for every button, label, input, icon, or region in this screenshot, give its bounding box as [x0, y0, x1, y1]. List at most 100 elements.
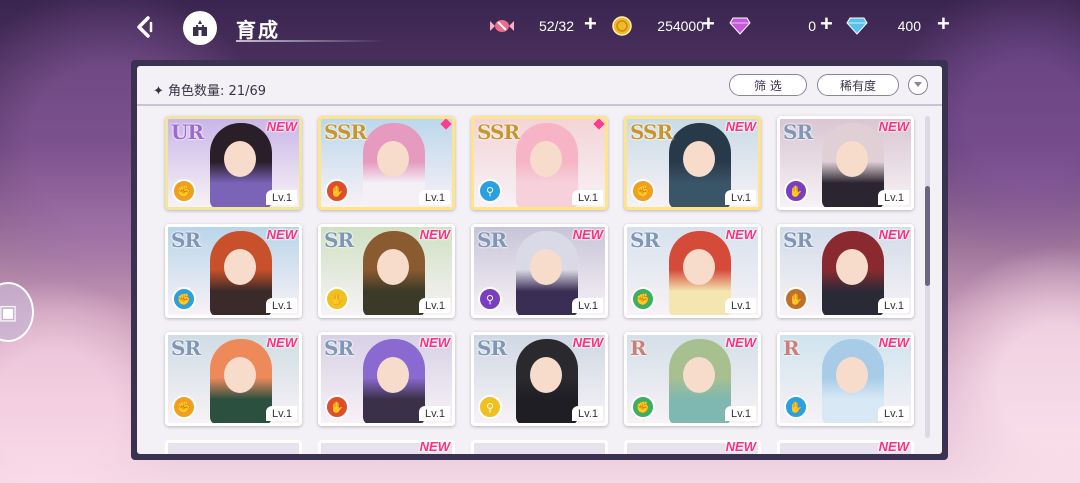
filter-button[interactable]: 筛 选: [729, 74, 807, 96]
role-type-icon: ✊: [172, 287, 196, 311]
character-count: ✦ 角色数量: 21/69: [153, 80, 266, 99]
purple-gem-value: 0: [808, 18, 816, 34]
rarity-badge: R: [783, 336, 800, 360]
role-type-icon: ⚲: [478, 287, 502, 311]
character-face: [224, 141, 256, 177]
character-card[interactable]: SSR ⚲ Lv.1: [471, 116, 608, 210]
level-label: Lv.1: [572, 406, 603, 421]
level-label: Lv.1: [266, 406, 297, 421]
character-card[interactable]: UR NEW ✊ Lv.1: [165, 116, 302, 210]
new-badge: NEW: [878, 119, 909, 134]
character-face: [377, 249, 409, 285]
character-card-partial[interactable]: [471, 440, 608, 454]
role-type-icon: ✊: [172, 179, 196, 203]
rarity-badge: SSR: [324, 120, 367, 144]
rarity-badge: SR: [783, 228, 813, 252]
new-badge: NEW: [419, 439, 450, 454]
new-badge: NEW: [419, 227, 450, 242]
rarity-badge: UR: [171, 120, 204, 144]
rarity-badge: SR: [171, 228, 201, 252]
side-menu-button[interactable]: ▣: [0, 282, 34, 342]
level-label: Lv.1: [725, 298, 756, 313]
rarity-badge: SSR: [630, 120, 673, 144]
new-badge: NEW: [725, 119, 756, 134]
character-face: [836, 357, 868, 393]
level-label: Lv.1: [266, 190, 297, 205]
panel-content: ✦ 角色数量: 21/69 筛 选 稀有度 UR NEW ✊ Lv.1 SSR ✋ Lv.1…: [137, 66, 942, 454]
role-type-icon: ⚲: [478, 395, 502, 419]
character-face: [530, 141, 562, 177]
sort-order-button[interactable]: [908, 75, 928, 95]
level-label: Lv.1: [572, 190, 603, 205]
new-badge: NEW: [725, 227, 756, 242]
role-type-icon: ✋: [325, 179, 349, 203]
character-card[interactable]: SR NEW ✊ Lv.1: [165, 224, 302, 318]
role-type-icon: ✋: [784, 179, 808, 203]
role-type-icon: ✊: [631, 179, 655, 203]
character-card-partial[interactable]: NEW: [624, 439, 761, 454]
character-card[interactable]: SSR ✋ Lv.1: [318, 116, 455, 210]
character-card[interactable]: SR NEW ✋ Lv.1: [777, 116, 914, 210]
resource-blue-gem: 400 +: [845, 11, 953, 38]
character-card[interactable]: SR NEW ⚲ Lv.1: [471, 332, 608, 426]
gold-value: 254000: [657, 18, 704, 34]
blue-diamond-icon: [845, 14, 869, 38]
home-button[interactable]: [183, 11, 217, 45]
rarity-badge: SR: [477, 228, 507, 252]
character-card[interactable]: SR NEW ✋ Lv.1: [318, 224, 455, 318]
add-candy-button[interactable]: +: [584, 11, 597, 37]
character-card-partial[interactable]: NEW: [777, 439, 914, 454]
role-type-icon: ⚲: [478, 179, 502, 203]
new-badge: NEW: [419, 335, 450, 350]
rarity-badge: SR: [783, 120, 813, 144]
resource-gold: 254000 +: [610, 11, 722, 38]
character-card-partial[interactable]: NEW: [318, 439, 455, 454]
sparkle-icon: ✦: [153, 84, 164, 99]
character-card[interactable]: SR NEW ✋ Lv.1: [777, 224, 914, 318]
new-badge: NEW: [266, 335, 297, 350]
add-purple-gem-button[interactable]: +: [820, 11, 833, 37]
rarity-sort-button[interactable]: 稀有度: [817, 74, 899, 96]
level-label: Lv.1: [419, 298, 450, 313]
rarity-badge: SSR: [477, 120, 520, 144]
rarity-badge: SR: [171, 336, 201, 360]
character-card[interactable]: R NEW ✋ Lv.1: [777, 332, 914, 426]
level-label: Lv.1: [266, 298, 297, 313]
character-grid-next-row: NEW NEW NEW: [165, 439, 917, 454]
character-card-partial[interactable]: [165, 440, 302, 454]
character-card[interactable]: SR NEW ✊ Lv.1: [624, 224, 761, 318]
character-card[interactable]: SR NEW ⚲ Lv.1: [471, 224, 608, 318]
character-face: [836, 141, 868, 177]
character-card[interactable]: SR NEW ✊ Lv.1: [165, 332, 302, 426]
role-type-icon: ✋: [325, 395, 349, 419]
add-blue-gem-button[interactable]: +: [937, 11, 950, 37]
blue-gem-value: 400: [897, 18, 921, 34]
resource-purple-gem: 0 +: [728, 11, 838, 38]
character-face: [836, 249, 868, 285]
back-button[interactable]: [128, 12, 162, 42]
level-label: Lv.1: [572, 298, 603, 313]
new-badge: NEW: [266, 227, 297, 242]
character-card[interactable]: R NEW ✊ Lv.1: [624, 332, 761, 426]
rarity-badge: SR: [324, 228, 354, 252]
character-card[interactable]: SSR NEW ✊ Lv.1: [624, 116, 761, 210]
top-bar: 育成 52/32 + 254000 + 0 + 400 +: [0, 0, 1080, 54]
character-face: [683, 141, 715, 177]
new-badge: NEW: [725, 335, 756, 350]
new-badge: NEW: [878, 439, 909, 454]
character-card[interactable]: SR NEW ✋ Lv.1: [318, 332, 455, 426]
castle-icon: [193, 20, 207, 36]
level-label: Lv.1: [419, 190, 450, 205]
role-type-icon: ✊: [631, 395, 655, 419]
character-face: [224, 357, 256, 393]
new-badge: NEW: [266, 119, 297, 134]
page-title: 育成: [236, 20, 280, 42]
scrollbar-thumb[interactable]: [925, 186, 930, 286]
character-face: [224, 249, 256, 285]
level-label: Lv.1: [725, 406, 756, 421]
character-face: [530, 357, 562, 393]
new-badge: NEW: [878, 335, 909, 350]
add-gold-button[interactable]: +: [702, 11, 715, 37]
level-label: Lv.1: [878, 298, 909, 313]
rarity-badge: SR: [477, 336, 507, 360]
